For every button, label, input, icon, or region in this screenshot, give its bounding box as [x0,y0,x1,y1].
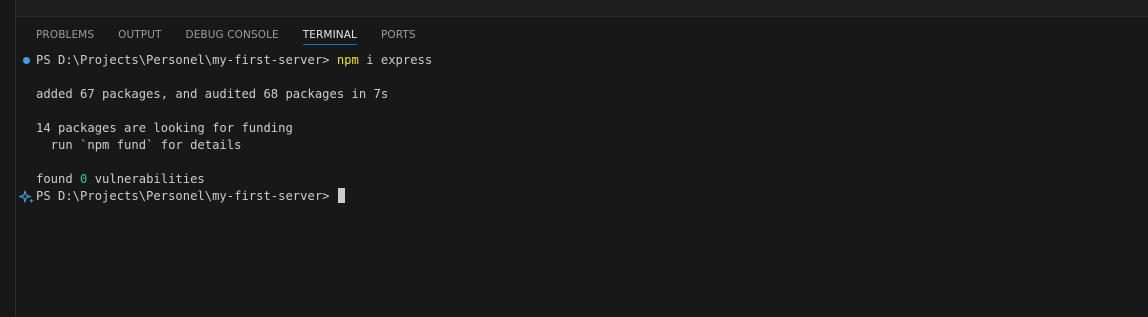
text-cursor [337,188,345,203]
funding-line: 14 packages are looking for funding [36,121,293,135]
command-name: npm [336,53,359,67]
prompt-text: PS D:\Projects\Personel\my-first-server> [36,53,337,67]
editor-edge [16,0,1148,17]
terminal-panel: PROBLEMS OUTPUT DEBUG CONSOLE TERMINAL P… [0,0,1148,317]
found-suffix: vulnerabilities [87,172,205,186]
prompt-line: PS D:\Projects\Personel\my-first-server> [36,188,345,205]
prompt-text-2: PS D:\Projects\Personel\my-first-server> [36,189,337,203]
command-args: i express [358,53,433,67]
panel-tabs: PROBLEMS OUTPUT DEBUG CONSOLE TERMINAL P… [36,27,440,47]
tab-terminal[interactable]: TERMINAL [302,27,358,45]
vulnerabilities-line: found 0 vulnerabilities [36,171,205,188]
tab-problems[interactable]: PROBLEMS [36,27,94,45]
sparkle-icon[interactable] [19,189,35,205]
added-packages-line: added 67 packages, and audited 68 packag… [36,87,389,101]
command-line: PS D:\Projects\Personel\my-first-server>… [36,52,432,69]
terminal-output[interactable]: PS D:\Projects\Personel\my-first-server>… [0,52,1148,317]
found-prefix: found [36,172,81,186]
circle-dot-icon[interactable] [23,57,30,64]
tab-debug-console[interactable]: DEBUG CONSOLE [186,27,279,45]
tab-ports[interactable]: PORTS [381,27,416,45]
tab-output[interactable]: OUTPUT [118,27,161,45]
fund-hint-line: run `npm fund` for details [36,138,242,152]
